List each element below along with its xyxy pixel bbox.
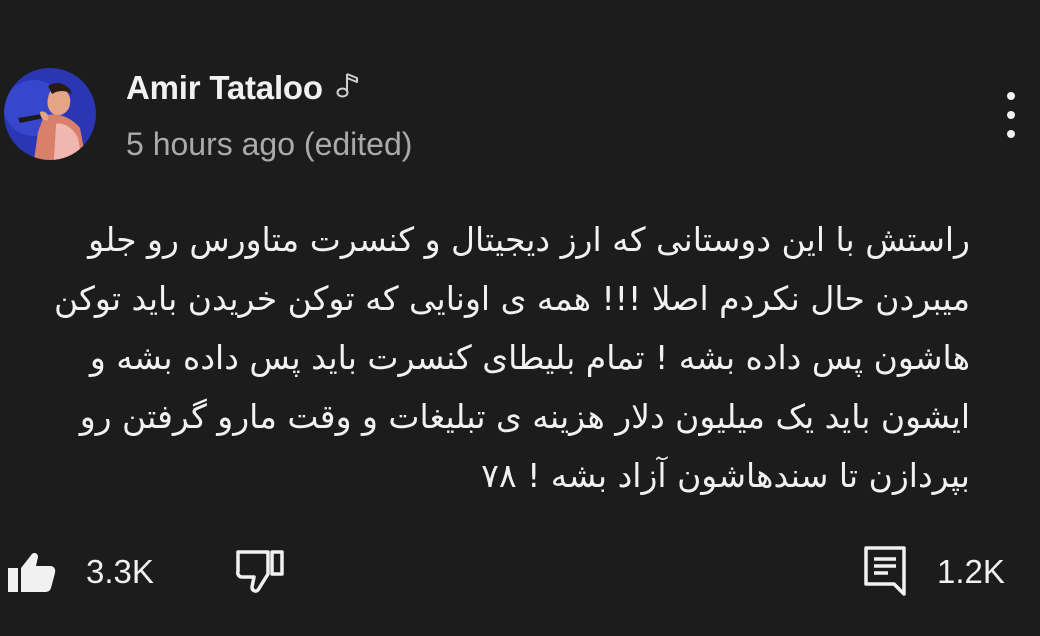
music-note-icon <box>335 70 361 100</box>
comment-line: ایشون باید یک میلیون دلار هزینه ی تبلیغا… <box>79 397 970 436</box>
thumbs-down-icon <box>236 550 284 593</box>
more-vert-icon-dot <box>1007 130 1015 138</box>
avatar-image <box>4 68 96 160</box>
comment-action-bar: 3.3K 1.2K <box>0 540 1040 606</box>
comment-icon <box>864 546 906 596</box>
comment-line: هاشون پس داده بشه ! تمام بلیطای کنسرت با… <box>89 338 970 377</box>
dislike-button[interactable] <box>234 546 286 594</box>
more-vert-icon <box>1007 92 1015 100</box>
comment-line: راستش با این دوستانی که ارز دیجیتال و کن… <box>88 220 970 259</box>
comment-text: راستش با این دوستانی که ارز دیجیتال و کن… <box>0 210 970 505</box>
comment-header: Amir Tataloo <box>126 66 361 110</box>
like-button[interactable] <box>6 550 58 594</box>
author-name[interactable]: Amir Tataloo <box>126 69 323 107</box>
reply-button[interactable] <box>862 544 910 598</box>
more-options-button[interactable] <box>996 92 1026 138</box>
thumbs-up-icon <box>8 553 56 592</box>
comment-line: میبردن حال نکردم اصلا !!! همه ی اونایی ک… <box>53 279 970 318</box>
reply-count: 1.2K <box>937 553 1005 590</box>
comment-timestamp[interactable]: 5 hours ago (edited) <box>126 126 412 163</box>
author-avatar[interactable] <box>4 68 96 160</box>
like-count: 3.3K <box>86 553 154 590</box>
more-vert-icon-dot <box>1007 111 1015 119</box>
comment-line: بپردازن تا سندهاشون آزاد بشه ! ۷۸ <box>481 456 970 495</box>
